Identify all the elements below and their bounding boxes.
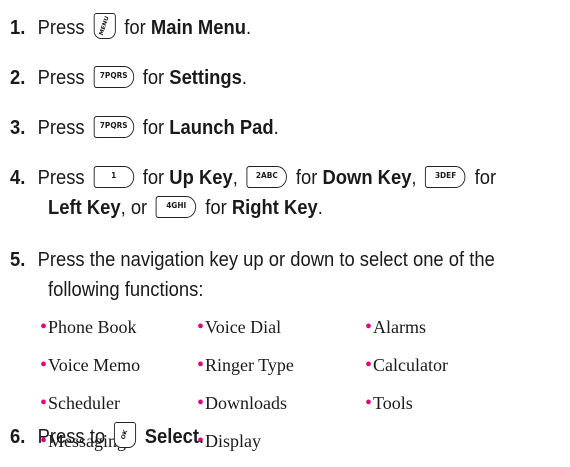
list-item: •Downloads bbox=[197, 392, 288, 414]
key-4-icon: 4GHI bbox=[155, 195, 197, 218]
key-7-icon: 7PQRS bbox=[93, 65, 134, 88]
menu-key-icon: MENU bbox=[93, 12, 116, 39]
step-number: 2. bbox=[10, 67, 26, 89]
step-number: 3. bbox=[10, 117, 26, 139]
bullet-icon: • bbox=[197, 354, 205, 376]
list-item: •Scheduler bbox=[40, 392, 120, 414]
step-target: Settings bbox=[169, 67, 242, 89]
bullet-icon: • bbox=[197, 316, 205, 338]
step-3: 3. Press 7PQRS for Launch Pad. bbox=[10, 114, 279, 142]
list-item: •Tools bbox=[365, 392, 413, 414]
down-key-label: Down Key bbox=[322, 167, 412, 189]
step-2: 2. Press 7PQRS for Settings. bbox=[10, 64, 247, 92]
key-3-icon: 3DEF bbox=[425, 165, 466, 188]
bullet-icon: • bbox=[365, 354, 373, 376]
bullet-icon: • bbox=[365, 316, 373, 338]
step-text: for bbox=[124, 17, 146, 39]
right-key-label: Right Key bbox=[231, 197, 318, 219]
step-text: Press to bbox=[37, 426, 106, 448]
bullet-icon: • bbox=[365, 392, 373, 414]
up-key-label: Up Key bbox=[169, 167, 233, 189]
step-number: 1. bbox=[10, 17, 26, 39]
bullet-icon: • bbox=[197, 392, 205, 414]
ok-key-icon: OK bbox=[113, 421, 136, 448]
bullet-icon: • bbox=[40, 392, 48, 414]
left-key-label: Left Key bbox=[48, 197, 121, 219]
list-item: •Voice Memo bbox=[40, 354, 141, 376]
step-target: Select bbox=[144, 426, 199, 448]
step-4-cont: Left Key, or 4GHI for Right Key. bbox=[48, 195, 323, 219]
list-item: •Phone Book bbox=[40, 316, 137, 338]
step-target: Launch Pad bbox=[169, 117, 274, 139]
step-number: 5. bbox=[10, 249, 26, 271]
step-number: 6. bbox=[10, 426, 26, 448]
step-number: 4. bbox=[10, 167, 26, 189]
step-text: for bbox=[142, 117, 165, 139]
key-1-icon: 1 bbox=[93, 165, 134, 188]
step-text: for bbox=[142, 67, 165, 89]
step-5: 5. Press the navigation key up or down to… bbox=[10, 246, 495, 274]
bullet-icon: • bbox=[40, 354, 48, 376]
step-text: Press bbox=[37, 117, 85, 139]
step-text: Press bbox=[37, 67, 85, 89]
list-item: •Alarms bbox=[365, 316, 427, 338]
step-6: 6. Press to OK Select. bbox=[10, 421, 204, 451]
step-text: Press bbox=[37, 17, 85, 39]
step-1: 1. Press MENU for Main Menu. bbox=[10, 12, 251, 42]
list-item: •Calculator bbox=[365, 354, 448, 376]
list-item: •Display bbox=[197, 430, 262, 452]
step-text: Press the navigation key up or down to s… bbox=[37, 249, 495, 271]
list-item: •Voice Dial bbox=[197, 316, 282, 338]
step-target: Main Menu bbox=[150, 17, 246, 39]
step-5-cont: following functions: bbox=[48, 279, 204, 301]
step-4: 4. Press 1 for Up Key, 2ABC for Down Key,… bbox=[10, 164, 496, 192]
key-2-icon: 2ABC bbox=[246, 165, 288, 188]
key-7-icon: 7PQRS bbox=[93, 115, 134, 138]
list-item: •Ringer Type bbox=[197, 354, 294, 376]
bullet-icon: • bbox=[40, 316, 48, 338]
